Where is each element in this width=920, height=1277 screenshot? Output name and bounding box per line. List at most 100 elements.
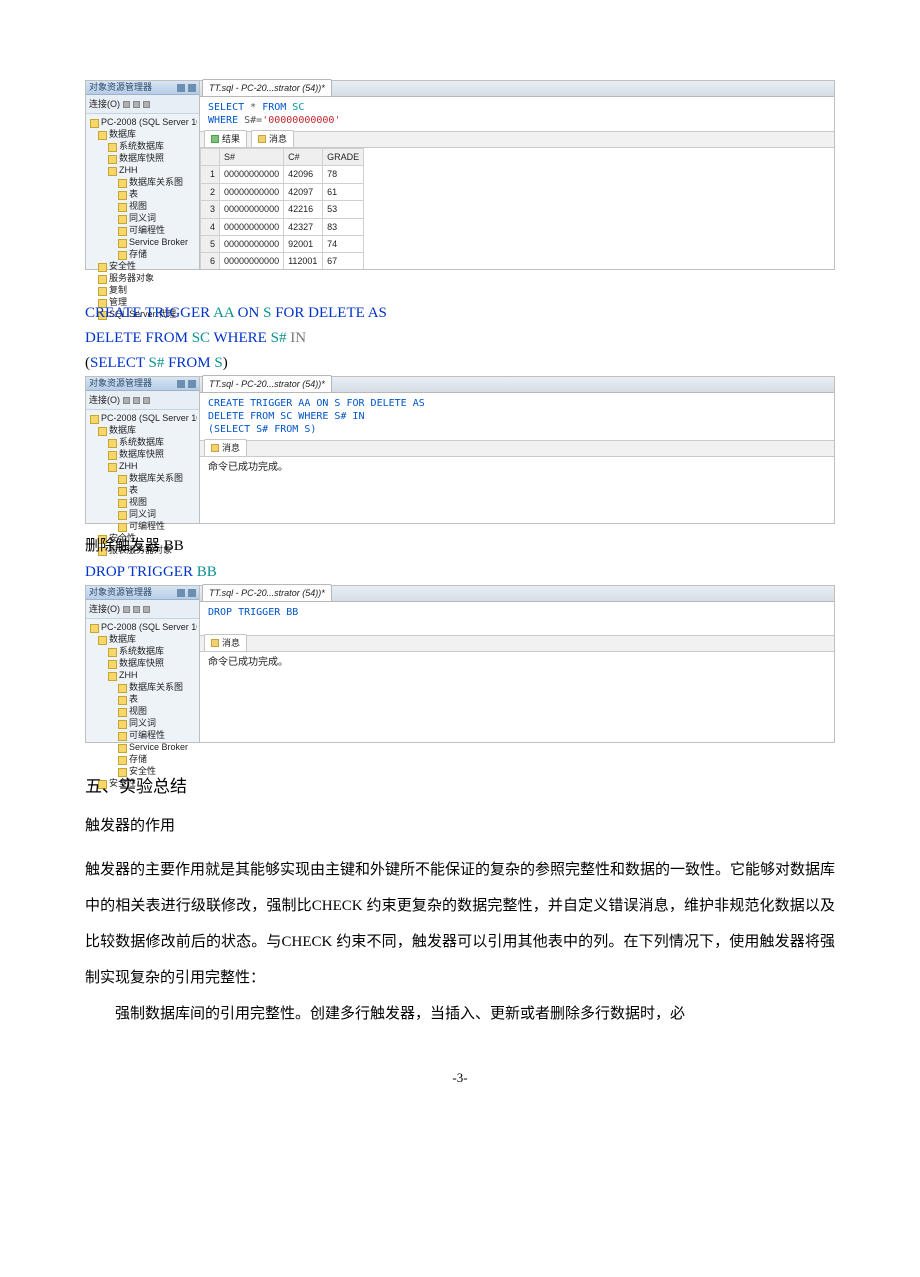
tree-databases[interactable]: 数据库 <box>88 424 197 436</box>
close-icon[interactable] <box>188 589 196 597</box>
tree-synonyms[interactable]: 同义词 <box>88 508 197 520</box>
cell-g: 78 <box>323 166 364 183</box>
toolbar-icon[interactable] <box>123 397 130 404</box>
tree-storage[interactable]: 存储 <box>88 248 197 260</box>
sql-editor[interactable]: CREATE TRIGGER AA ON S FOR DELETE AS DEL… <box>200 393 834 441</box>
node-label: 复制 <box>109 285 127 295</box>
close-icon[interactable] <box>188 84 196 92</box>
tree-diagrams[interactable]: 数据库关系图 <box>88 472 197 484</box>
table-row[interactable]: 1000000000004209678 <box>201 166 364 183</box>
table-row[interactable]: 5000000000009200174 <box>201 235 364 252</box>
object-explorer: 对象资源管理器 连接(O) PC-2008 (SQL Server 10.0.1… <box>86 81 200 269</box>
tree-srvobj[interactable]: 服务器对象 <box>88 272 197 284</box>
pin-icon[interactable] <box>177 84 185 92</box>
tree-prog[interactable]: 可编程性 <box>88 520 197 532</box>
messages-tab[interactable]: 消息 <box>204 439 247 456</box>
cell-c: 42216 <box>284 201 323 218</box>
ident: S# <box>267 330 287 346</box>
table-row[interactable]: 60000000000011200167 <box>201 253 364 269</box>
col-g[interactable]: GRADE <box>323 149 364 166</box>
tree-sysdb[interactable]: 系统数据库 <box>88 436 197 448</box>
tree-server[interactable]: PC-2008 (SQL Server 10.0.1600 - PC <box>88 116 197 128</box>
folder-icon <box>108 451 117 460</box>
toolbar-icon[interactable] <box>133 101 140 108</box>
tree: PC-2008 (SQL Server 10.0.1600 - PC 数据库 系… <box>86 619 199 791</box>
connect-label[interactable]: 连接(O) <box>89 602 120 616</box>
tree-views[interactable]: 视图 <box>88 200 197 212</box>
tree-server[interactable]: PC-2008 (SQL Server 10.0.1600 - PC <box>88 412 197 424</box>
tree-synonyms[interactable]: 同义词 <box>88 717 197 729</box>
toolbar-icon[interactable] <box>143 101 150 108</box>
tree-userdb[interactable]: ZHH <box>88 164 197 176</box>
editor-tabs: TT.sql - PC-20...strator (54))* <box>200 81 834 97</box>
tree-databases[interactable]: 数据库 <box>88 128 197 140</box>
results-tab[interactable]: 结果 <box>204 130 247 147</box>
tree-server[interactable]: PC-2008 (SQL Server 10.0.1600 - PC <box>88 621 197 633</box>
connect-label[interactable]: 连接(O) <box>89 393 120 407</box>
panel-title: 对象资源管理器 <box>89 585 152 599</box>
close-icon[interactable] <box>188 380 196 388</box>
messages-tab[interactable]: 消息 <box>204 634 247 651</box>
folder-icon <box>118 227 127 236</box>
toolbar-icon[interactable] <box>133 397 140 404</box>
toolbar: 连接(O) <box>86 95 199 114</box>
tree-storage[interactable]: 存储 <box>88 753 197 765</box>
node-label: 系统数据库 <box>119 646 164 656</box>
toolbar-icon[interactable] <box>143 606 150 613</box>
tree-prog[interactable]: 可编程性 <box>88 224 197 236</box>
col-s[interactable]: S# <box>220 149 284 166</box>
table-row[interactable]: 2000000000004209761 <box>201 183 364 200</box>
tree-diagrams[interactable]: 数据库关系图 <box>88 176 197 188</box>
tree-userdb[interactable]: ZHH <box>88 669 197 681</box>
pin-icon[interactable] <box>177 380 185 388</box>
tree-snapshot[interactable]: 数据库快照 <box>88 657 197 669</box>
tree: PC-2008 (SQL Server 10.0.1600 - PC 数据库 系… <box>86 114 199 322</box>
page-number: -3- <box>85 1068 835 1089</box>
tree-userdb[interactable]: ZHH <box>88 460 197 472</box>
tree-sysdb[interactable]: 系统数据库 <box>88 645 197 657</box>
tree-tables[interactable]: 表 <box>88 188 197 200</box>
editor-tab[interactable]: TT.sql - PC-20...strator (54))* <box>202 79 332 96</box>
pin-icon[interactable] <box>177 589 185 597</box>
messages-tab[interactable]: 消息 <box>251 130 294 147</box>
tree-broker[interactable]: Service Broker <box>88 741 197 753</box>
toolbar-icon[interactable] <box>133 606 140 613</box>
tree-diagrams[interactable]: 数据库关系图 <box>88 681 197 693</box>
table-row[interactable]: 3000000000004221653 <box>201 201 364 218</box>
tree-sysdb[interactable]: 系统数据库 <box>88 140 197 152</box>
tree-databases[interactable]: 数据库 <box>88 633 197 645</box>
kw: FROM <box>164 355 210 371</box>
ident: BB <box>197 564 217 580</box>
toolbar-icon[interactable] <box>123 606 130 613</box>
toolbar-icon[interactable] <box>143 397 150 404</box>
tree-snapshot[interactable]: 数据库快照 <box>88 152 197 164</box>
node-label: 安全性 <box>109 261 136 271</box>
results-grid[interactable]: S# C# GRADE 1000000000004209678200000000… <box>200 148 364 269</box>
node-label: 数据库 <box>109 425 136 435</box>
tree-repl[interactable]: 复制 <box>88 284 197 296</box>
toolbar-icon[interactable] <box>123 101 130 108</box>
col-c[interactable]: C# <box>284 149 323 166</box>
folder-icon <box>118 720 127 729</box>
server-icon <box>90 119 99 128</box>
sql-editor[interactable]: DROP TRIGGER BB <box>200 602 834 636</box>
table-row[interactable]: 4000000000004232783 <box>201 218 364 235</box>
editor-tab[interactable]: TT.sql - PC-20...strator (54))* <box>202 584 332 601</box>
sql-editor[interactable]: SELECT * FROM SC WHERE S#='00000000000' <box>200 97 834 132</box>
tree-views[interactable]: 视图 <box>88 496 197 508</box>
tree-prog[interactable]: 可编程性 <box>88 729 197 741</box>
cell-c: 92001 <box>284 235 323 252</box>
tree-synonyms[interactable]: 同义词 <box>88 212 197 224</box>
tree-tables[interactable]: 表 <box>88 693 197 705</box>
cell-s: 00000000000 <box>220 183 284 200</box>
tree-snapshot[interactable]: 数据库快照 <box>88 448 197 460</box>
tree-tables[interactable]: 表 <box>88 484 197 496</box>
editor-tab[interactable]: TT.sql - PC-20...strator (54))* <box>202 375 332 392</box>
node-label: 系统数据库 <box>119 141 164 151</box>
tree-broker[interactable]: Service Broker <box>88 236 197 248</box>
node-label: 数据库快照 <box>119 658 164 668</box>
connect-label[interactable]: 连接(O) <box>89 97 120 111</box>
body-paragraph: 触发器的主要作用就是其能够实现由主键和外键所不能保证的复杂的参照完整性和数据的一… <box>85 852 835 996</box>
tree-views[interactable]: 视图 <box>88 705 197 717</box>
tree-security[interactable]: 安全性 <box>88 260 197 272</box>
